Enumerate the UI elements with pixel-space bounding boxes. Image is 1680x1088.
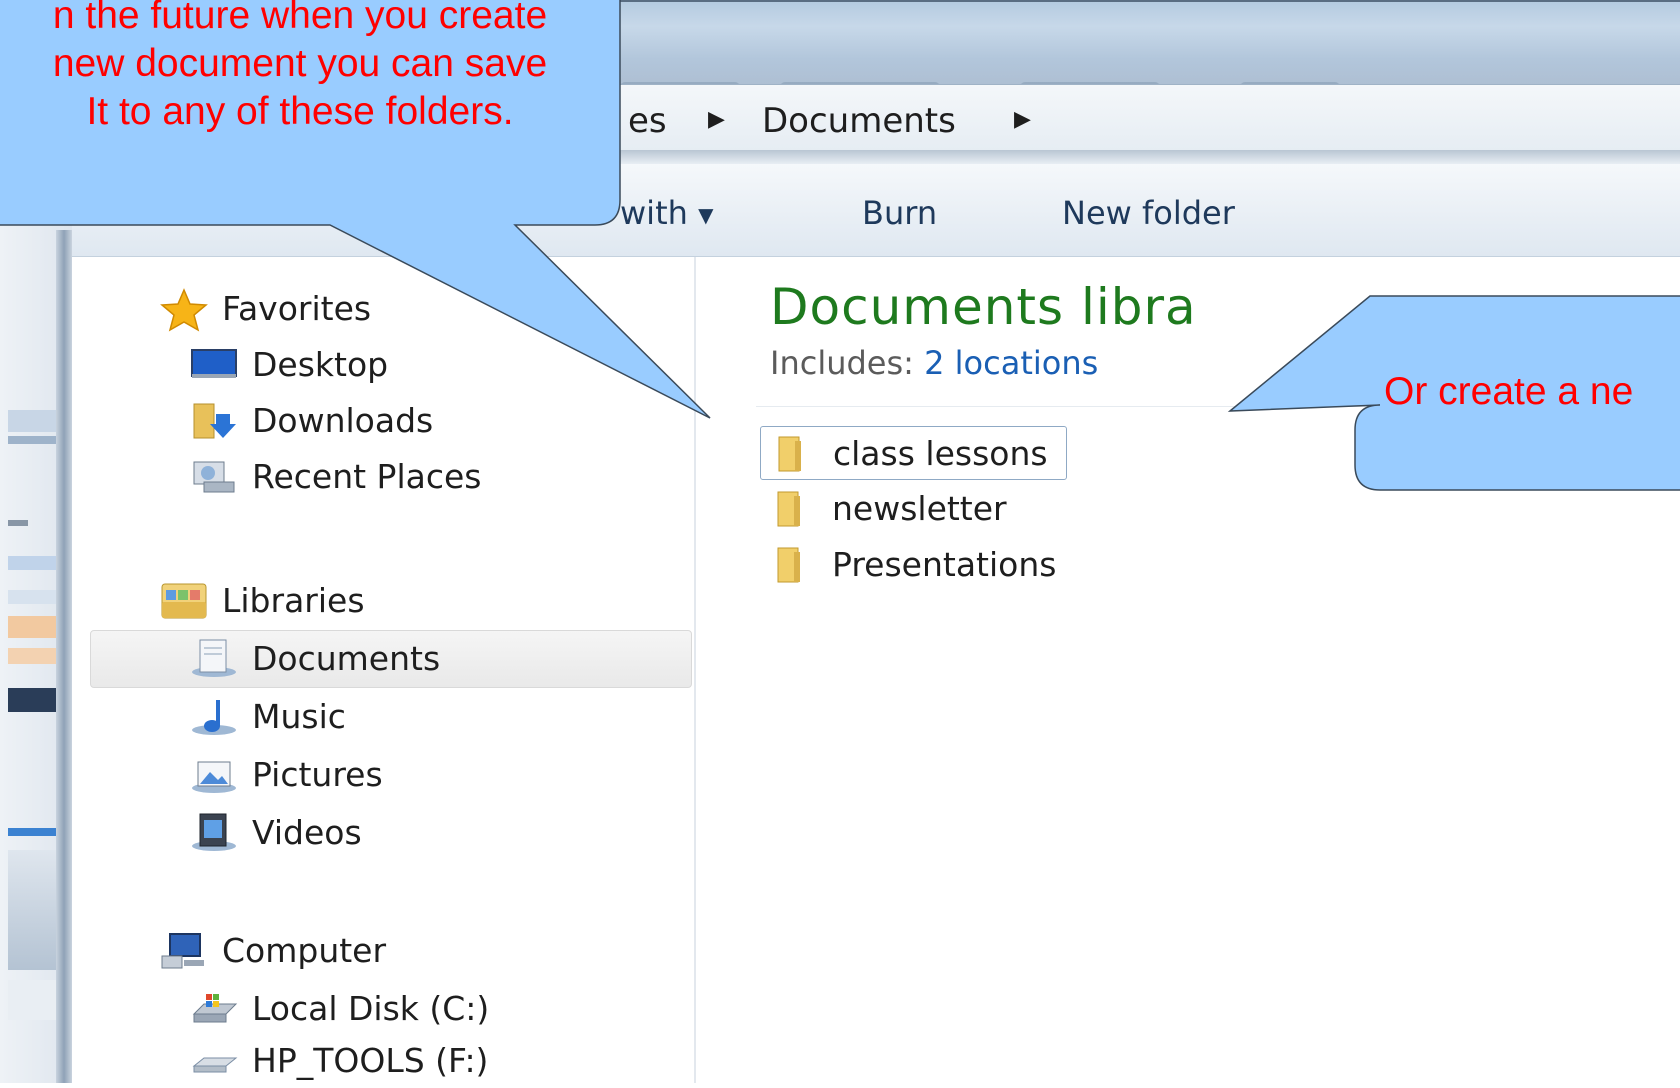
callout-line: new document you can save (52, 42, 548, 85)
callout-line: n the future when you create (52, 0, 548, 37)
callout-line: It to any of these folders. (86, 90, 514, 133)
callout-overlay (0, 0, 1680, 491)
right-callout-text: Or create a ne (1384, 370, 1634, 413)
left-callout-text: n the future when you create new documen… (0, 0, 600, 136)
